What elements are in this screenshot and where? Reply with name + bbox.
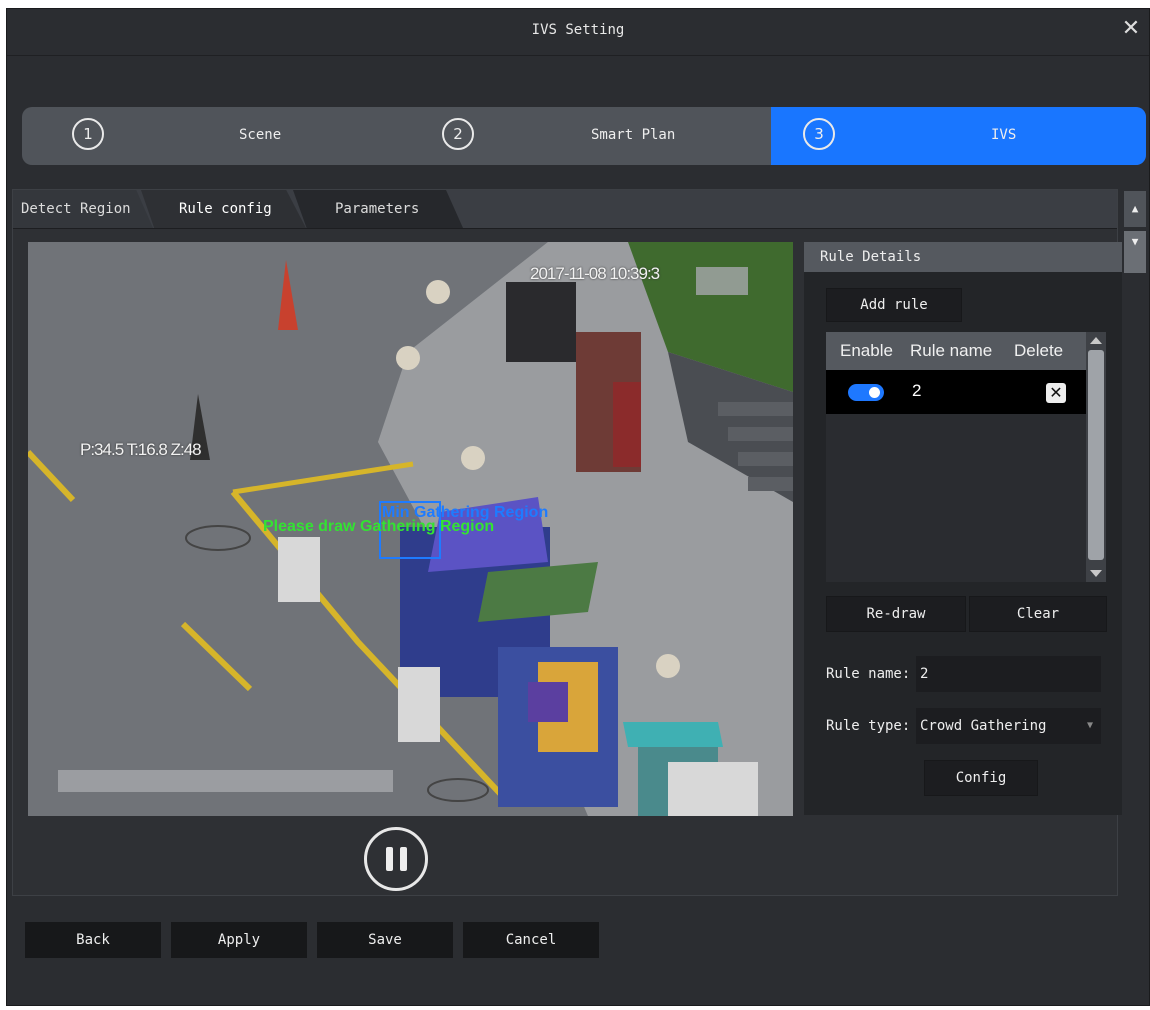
step-label: Smart Plan bbox=[591, 127, 676, 143]
step-ivs[interactable]: 3 IVS bbox=[771, 107, 1146, 165]
timestamp-osd: 2017-11-08 10:39:3 bbox=[530, 264, 660, 283]
scroll-down-arrow-icon[interactable] bbox=[1090, 570, 1102, 577]
redraw-button[interactable]: Re-draw bbox=[826, 596, 966, 632]
rule-table: Enable Rule name Delete 2 ✕ bbox=[826, 332, 1086, 582]
tab-bar: Parameters Detect Region Rule config bbox=[13, 190, 1117, 229]
wizard-steps: 1 Scene 2 Smart Plan 3 IVS bbox=[22, 107, 1146, 165]
rule-details-panel: Rule Details Add rule Enable Rule name D… bbox=[804, 242, 1122, 815]
rule-name-cell: 2 bbox=[912, 381, 922, 400]
save-button[interactable]: Save bbox=[317, 922, 453, 958]
pause-icon-bar bbox=[400, 847, 407, 871]
draw-region-hint: Please draw Gathering Region bbox=[263, 518, 495, 535]
video-preview[interactable]: 2017-11-08 10:39:3 P:34.5 T:16.8 Z:48 Mi… bbox=[28, 242, 793, 816]
rule-name-label: Rule name: bbox=[826, 666, 911, 682]
add-rule-button[interactable]: Add rule bbox=[826, 288, 962, 322]
step-number: 3 bbox=[803, 118, 835, 150]
rule-type-select[interactable]: Crowd Gathering ▼ bbox=[916, 708, 1101, 744]
dialog-title: IVS Setting bbox=[531, 22, 625, 38]
delete-icon[interactable]: ✕ bbox=[1046, 383, 1066, 403]
cancel-button[interactable]: Cancel bbox=[463, 922, 599, 958]
scroll-down-icon[interactable]: ▼ bbox=[1124, 231, 1146, 273]
step-number: 1 bbox=[72, 118, 104, 150]
scroll-up-icon[interactable]: ▲ bbox=[1124, 191, 1146, 227]
scrollbar-thumb[interactable] bbox=[1088, 350, 1104, 560]
step-scene[interactable]: 1 Scene bbox=[22, 107, 397, 165]
step-number: 2 bbox=[442, 118, 474, 150]
ptz-osd: P:34.5 T:16.8 Z:48 bbox=[80, 440, 202, 459]
rule-table-scrollbar[interactable] bbox=[1086, 332, 1106, 582]
pause-button[interactable] bbox=[364, 827, 428, 891]
apply-button[interactable]: Apply bbox=[171, 922, 307, 958]
col-delete: Delete bbox=[1014, 341, 1064, 360]
step-label: Scene bbox=[239, 127, 282, 143]
tab-rule-config[interactable]: Rule config bbox=[141, 190, 306, 228]
toggle-knob bbox=[869, 387, 880, 398]
scroll-up-arrow-icon[interactable] bbox=[1090, 337, 1102, 344]
tab-parameters[interactable]: Parameters bbox=[293, 190, 463, 228]
back-button[interactable]: Back bbox=[25, 922, 161, 958]
rule-type-value: Crowd Gathering bbox=[920, 718, 1047, 734]
clear-button[interactable]: Clear bbox=[969, 596, 1107, 632]
rule-name-input[interactable]: 2 bbox=[916, 656, 1101, 692]
chevron-down-icon: ▼ bbox=[1086, 720, 1093, 731]
step-label: IVS bbox=[991, 127, 1017, 143]
title-bar: IVS Setting ✕ bbox=[7, 9, 1149, 56]
enable-toggle[interactable] bbox=[848, 384, 884, 401]
close-icon[interactable]: ✕ bbox=[1119, 18, 1143, 42]
rule-type-label: Rule type: bbox=[826, 718, 911, 734]
tab-detect-region[interactable]: Detect Region bbox=[13, 190, 153, 228]
table-row[interactable]: 2 ✕ bbox=[826, 370, 1086, 414]
panel-heading: Rule Details bbox=[804, 242, 1122, 272]
ivs-setting-dialog: IVS Setting ✕ 1 Scene 2 Smart Plan 3 IVS… bbox=[6, 8, 1150, 1006]
step-smart-plan[interactable]: 2 Smart Plan bbox=[397, 107, 771, 165]
pause-icon bbox=[386, 847, 393, 871]
col-enable: Enable bbox=[840, 341, 893, 360]
config-button[interactable]: Config bbox=[924, 760, 1038, 796]
col-rule-name: Rule name bbox=[910, 341, 993, 360]
rule-table-header: Enable Rule name Delete bbox=[826, 332, 1086, 370]
